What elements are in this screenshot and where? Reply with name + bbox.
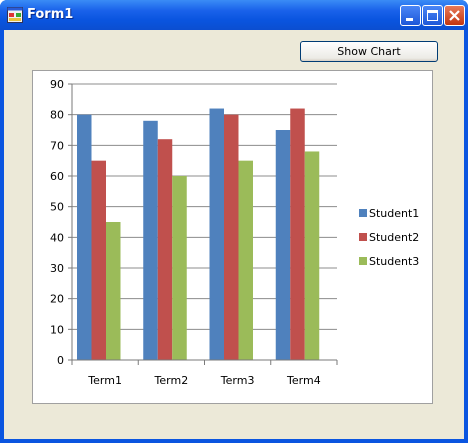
show-chart-button[interactable]: Show Chart <box>300 41 438 62</box>
legend-label: Student3 <box>369 255 419 268</box>
bar <box>275 130 291 360</box>
window-title: Form1 <box>27 7 74 22</box>
y-tick-label: 10 <box>50 323 64 336</box>
y-tick-label: 20 <box>50 293 64 306</box>
minimize-button[interactable] <box>400 5 421 26</box>
form-client-area: Show Chart 0 10 20 30 40 50 60 70 80 90 Term1 Term2… <box>4 30 464 439</box>
bar <box>157 139 173 360</box>
legend-swatch <box>359 257 367 265</box>
x-tick-label: Term4 <box>286 374 321 387</box>
y-tick-label: 60 <box>50 170 64 183</box>
bar-chart: 0 10 20 30 40 50 60 70 80 90 Term1 Term2 Term3 Term4 S… <box>50 78 419 387</box>
bar <box>143 120 158 360</box>
maximize-button[interactable] <box>422 5 443 26</box>
bar <box>91 160 106 360</box>
bar <box>290 108 305 361</box>
y-tick-label: 50 <box>50 201 64 214</box>
legend-swatch <box>359 209 367 217</box>
y-tick-label: 80 <box>50 109 64 122</box>
x-tick-label: Term3 <box>220 374 255 387</box>
bar <box>224 114 239 360</box>
app-icon[interactable] <box>7 7 23 23</box>
y-tick-label: 0 <box>57 354 64 367</box>
bar <box>304 151 320 360</box>
form1-window: Form1 Show Chart 0 10 20 30 40 50 60 70 80 90 Term… <box>0 0 468 443</box>
bar <box>172 176 187 360</box>
bar <box>106 222 121 360</box>
bar <box>77 114 92 360</box>
chart-panel: 0 10 20 30 40 50 60 70 80 90 Term1 Term2 Term3 Term4 S… <box>32 70 433 404</box>
x-tick-label: Term2 <box>154 374 189 387</box>
title-bar[interactable]: Form1 <box>0 0 468 30</box>
x-tick-label: Term1 <box>87 374 122 387</box>
minimize-icon <box>406 18 413 21</box>
legend-label: Student2 <box>369 231 419 244</box>
y-tick-label: 90 <box>50 78 64 91</box>
close-button[interactable] <box>444 5 465 26</box>
y-tick-label: 40 <box>50 231 64 244</box>
legend-label: Student1 <box>369 207 419 220</box>
y-tick-label: 30 <box>50 262 64 275</box>
bar <box>209 108 224 361</box>
maximize-icon <box>427 10 438 21</box>
close-icon <box>449 10 460 21</box>
bar <box>238 160 253 360</box>
legend-swatch <box>359 233 367 241</box>
y-tick-label: 70 <box>50 139 64 152</box>
